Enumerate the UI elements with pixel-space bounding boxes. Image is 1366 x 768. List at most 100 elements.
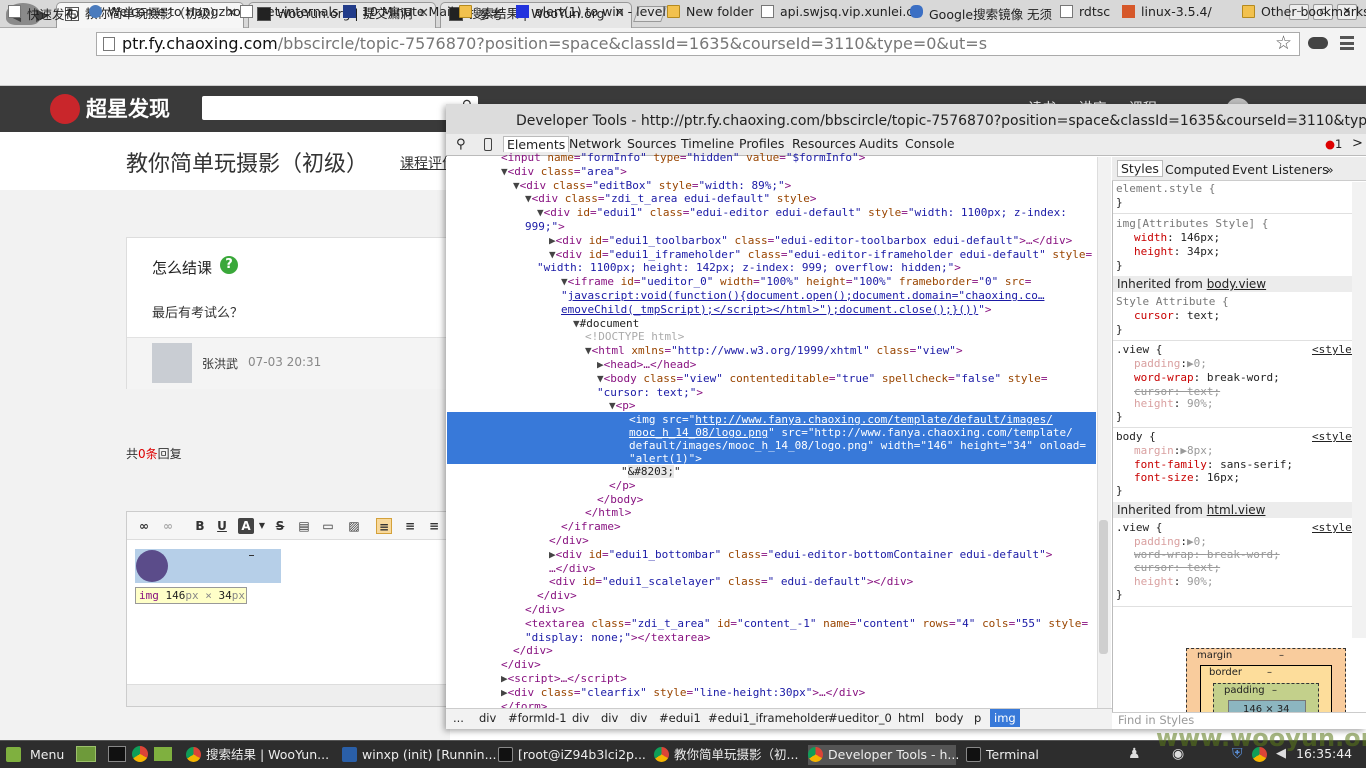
error-counter[interactable]: ●1 [1325, 137, 1342, 151]
taskbar-item[interactable]: Terminal [966, 745, 1039, 765]
eraser-icon[interactable]: ▭ [320, 518, 336, 534]
dom-selected-line[interactable]: mooc_h_14_08/logo.png" src="http://www.f… [629, 426, 1073, 440]
dom-line[interactable]: "width: 1100px; height: 142px; z-index: … [537, 261, 961, 275]
more-tabs-icon[interactable]: » [1326, 162, 1334, 177]
drawer-toggle-icon[interactable]: > [1352, 136, 1363, 151]
tab-network[interactable]: Network [569, 136, 621, 151]
breadcrumb-item[interactable]: #edui1_iframeholder [708, 711, 829, 725]
dom-line[interactable]: "display: none;"></textarea> [525, 631, 710, 645]
dom-line[interactable]: <div id="edui1_scalelayer" class=" edui-… [549, 575, 913, 589]
taskbar-item[interactable]: 搜索结果 | WooYun... [186, 745, 329, 765]
bookmark-folder[interactable]: 参考 [459, 4, 503, 23]
address-bar[interactable]: ptr.fy.chaoxing.com/bbscircle/topic-7576… [96, 32, 1300, 56]
align-left-icon[interactable]: ≡ [376, 518, 392, 534]
chrome-launcher-icon[interactable] [132, 746, 148, 762]
tab-console[interactable]: Console [905, 136, 955, 151]
element-style-rule[interactable]: element.style { [1116, 182, 1215, 196]
style-prop[interactable]: height: 90%; [1134, 575, 1214, 589]
paste-icon[interactable]: ▤ [296, 518, 312, 534]
style-prop[interactable]: font-family: sans-serif; [1134, 458, 1293, 472]
dom-line[interactable]: ▼<div id="edui1_iframeholder" class="edu… [549, 248, 1092, 262]
tab-styles[interactable]: Styles [1117, 160, 1163, 177]
site-search-input[interactable]: ⚲ [202, 96, 478, 120]
taskbar-item-active[interactable]: Developer Tools - h... [808, 745, 959, 765]
tab-event-listeners[interactable]: Event Listeners [1232, 162, 1329, 177]
tab-sources[interactable]: Sources [627, 136, 676, 151]
dom-selected-line[interactable]: default/images/mooc_h_14_08/logo.png" wi… [629, 439, 1086, 453]
breadcrumb-item[interactable]: div [630, 711, 647, 725]
taskbar-item[interactable]: winxp (init) [Runnin... [342, 745, 497, 765]
dom-line[interactable]: <textarea class="zdi_t_area" id="content… [525, 617, 1088, 631]
dom-line[interactable]: <input name="formInfo" type="hidden" val… [501, 151, 865, 165]
bookmark-item[interactable]: rdtsc [1060, 4, 1110, 19]
style-prop[interactable]: height: 90%; [1134, 397, 1214, 411]
breadcrumb-item[interactable]: div [479, 711, 496, 725]
dom-line[interactable]: </html> [585, 506, 631, 520]
dom-line[interactable]: <!DOCTYPE html> [585, 330, 684, 344]
chevron-down-icon[interactable]: ▼ [254, 518, 270, 534]
dom-line[interactable]: emoveChild(_tmpScript);</script></html>"… [561, 303, 991, 317]
dom-line[interactable]: </iframe> [561, 520, 621, 534]
tab-timeline[interactable]: Timeline [681, 136, 734, 151]
logo-image[interactable] [136, 550, 168, 582]
dom-line[interactable]: ▶<div id="edui1_toolbarbox" class="edui-… [549, 234, 1072, 248]
files-launcher-icon[interactable] [154, 747, 172, 761]
search-icon[interactable]: ⚲ [456, 137, 466, 152]
font-color-button[interactable]: A [238, 518, 254, 534]
extension-incognito-icon[interactable] [1308, 37, 1328, 49]
tab-computed[interactable]: Computed [1165, 162, 1230, 177]
breadcrumb-item[interactable]: #ueditor_0 [828, 711, 892, 725]
style-prop-overridden[interactable]: word-wrap: break-word; [1134, 548, 1280, 562]
style-prop[interactable]: word-wrap: break-word; [1134, 371, 1280, 385]
dom-line[interactable]: "cursor: text;"> [597, 386, 703, 400]
dom-selected-line[interactable]: <img src="http://www.fanya.chaoxing.com/… [629, 413, 1053, 427]
bookmark-folder[interactable]: New folder [667, 4, 754, 19]
dom-line[interactable]: ▼<iframe id="ueditor_0" width="100%" hei… [561, 275, 1031, 289]
style-prop-overridden[interactable]: cursor: text; [1134, 561, 1220, 575]
dom-line[interactable]: </p> [609, 479, 636, 493]
style-prop[interactable]: padding:▶0; [1134, 535, 1207, 549]
tab-profiles[interactable]: Profiles [739, 136, 784, 151]
bookmark-item[interactable]: Google搜索镜像 无须 [910, 4, 1052, 23]
dom-line[interactable]: </div> [513, 644, 553, 658]
star-icon[interactable]: ☆ [1275, 32, 1292, 54]
breadcrumb-item[interactable]: #formId-1 [508, 711, 567, 725]
bookmark-item[interactable]: 10 Minute Mail [343, 4, 454, 19]
breadcrumb-item[interactable]: div [572, 711, 589, 725]
style-prop[interactable]: cursor: text; [1134, 309, 1220, 323]
style-prop[interactable]: margin:▶8px; [1134, 444, 1214, 458]
bookmark-item[interactable]: 快速发布 [8, 4, 77, 23]
post-author[interactable]: 张洪武 [202, 355, 238, 372]
breadcrumb-item[interactable]: #edui1 [659, 711, 701, 725]
dom-line[interactable]: ▼<html xmlns="http://www.w3.org/1999/xht… [585, 344, 963, 358]
tab-resources[interactable]: Resources [792, 136, 856, 151]
bookmark-item[interactable]: linux-3.5.4/ [1122, 4, 1212, 19]
taskbar-item[interactable]: [root@iZ94b3lci2p... [498, 745, 646, 765]
bold-button[interactable]: B [192, 518, 208, 534]
style-prop[interactable]: width: 146px; [1134, 231, 1220, 245]
dom-line[interactable]: …</div> [549, 562, 595, 576]
bookmark-item[interactable]: alert(1) to win - level [516, 4, 666, 19]
terminal-launcher-icon[interactable] [108, 746, 126, 762]
breadcrumb-item[interactable]: body [935, 711, 963, 725]
align-center-icon[interactable]: ≡ [402, 518, 418, 534]
align-right-icon[interactable]: ≡ [426, 518, 442, 534]
strikethrough-button[interactable]: S [272, 518, 288, 534]
style-prop[interactable]: padding:▶0; [1134, 357, 1207, 371]
dom-line[interactable]: ▶<div class="clearfix" style="line-heigh… [501, 686, 865, 700]
device-icon[interactable] [484, 138, 492, 151]
dom-line[interactable]: 999;"> [525, 220, 565, 234]
start-menu-button[interactable]: Menu [6, 745, 64, 765]
dom-line[interactable]: ▼<p> [609, 399, 636, 413]
site-logo[interactable]: 超星发现 [50, 92, 180, 126]
menu-icon[interactable] [1340, 36, 1354, 50]
dom-line[interactable]: </body> [597, 493, 643, 507]
dom-line[interactable]: ▶<head>…</head> [597, 358, 696, 372]
tab-audits[interactable]: Audits [859, 136, 898, 151]
unlink-icon[interactable]: ∞ [160, 518, 176, 534]
style-prop[interactable]: font-size: 16px; [1134, 471, 1240, 485]
link-icon[interactable]: ∞ [136, 518, 152, 534]
breadcrumb-item[interactable]: p [974, 711, 981, 725]
image-icon[interactable]: ▨ [346, 518, 362, 534]
bookmark-folder[interactable]: Other bookmarks [1242, 4, 1366, 19]
